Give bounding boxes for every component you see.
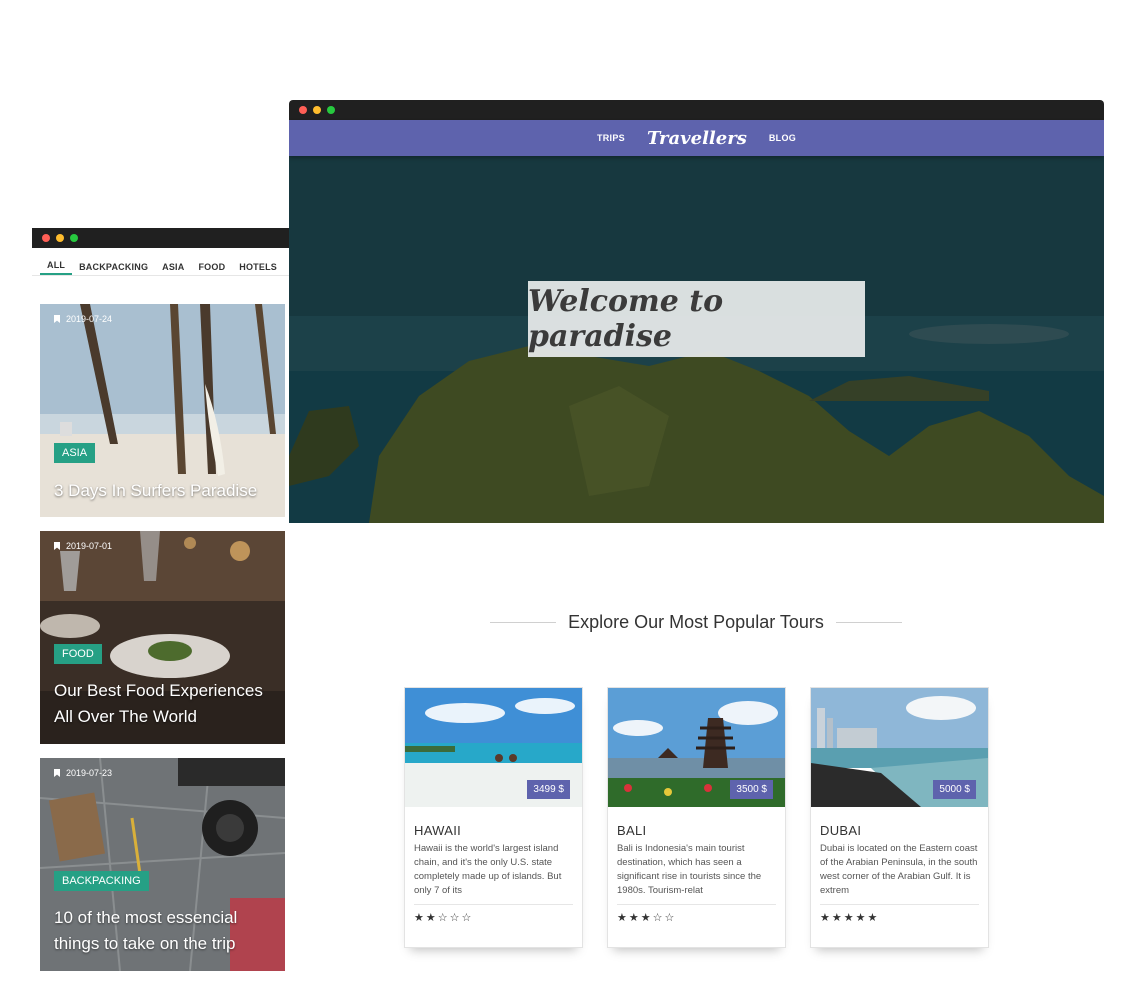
tour-card-hawaii[interactable]: 3499 $ HAWAII Hawaii is the world's larg… — [404, 687, 583, 948]
heading-divider — [490, 622, 557, 623]
tour-name: HAWAII — [414, 823, 462, 838]
tour-card-dubai[interactable]: 5000 $ DUBAI Dubai is located on the Eas… — [810, 687, 989, 948]
price-badge: 3500 $ — [730, 780, 773, 799]
blog-post-card[interactable]: 2019-07-24 ASIA 3 Days In Surfers Paradi… — [40, 304, 285, 517]
tour-description: Bali is Indonesia's main tourist destina… — [617, 843, 762, 896]
tour-name: DUBAI — [820, 823, 862, 838]
tab-all[interactable]: ALL — [40, 260, 73, 275]
close-dot[interactable] — [299, 106, 307, 114]
post-title[interactable]: 3 Days In Surfers Paradise — [54, 478, 275, 504]
tab-backpacking[interactable]: BACKPACKING — [72, 262, 155, 275]
blog-window: ALL BACKPACKING ASIA FOOD HOTELS 2019-07… — [32, 228, 294, 984]
post-category-tag[interactable]: FOOD — [54, 644, 102, 664]
blog-post-card[interactable]: 2019-07-01 FOOD Our Best Food Experience… — [40, 531, 285, 744]
star-rating: ★★★☆☆ — [617, 912, 677, 924]
window-titlebar — [289, 100, 1104, 120]
price-badge: 3499 $ — [527, 780, 570, 799]
window-titlebar — [32, 228, 294, 248]
heading-divider — [835, 622, 902, 623]
hero-banner: Welcome to paradise — [289, 156, 1104, 523]
bookmark-icon — [54, 769, 60, 777]
tour-description: Hawaii is the world's largest island cha… — [414, 843, 562, 896]
minimize-dot[interactable] — [56, 234, 64, 242]
tab-asia[interactable]: ASIA — [155, 262, 191, 275]
card-divider — [820, 904, 979, 905]
post-title[interactable]: 10 of the most essencial things to take … — [54, 905, 275, 957]
tab-food[interactable]: FOOD — [191, 262, 232, 275]
maximize-dot[interactable] — [70, 234, 78, 242]
tour-name: BALI — [617, 823, 647, 838]
popular-tours-heading: Explore Our Most Popular Tours — [490, 612, 902, 633]
trips-window: TRIPS Travellers BLOG Welcome to paradis… — [289, 100, 1104, 523]
hero-title: Welcome to paradise — [528, 284, 724, 354]
post-date: 2019-07-23 — [54, 768, 112, 778]
nav-blog-link[interactable]: BLOG — [769, 133, 796, 143]
post-title[interactable]: Our Best Food Experiences All Over The W… — [54, 678, 275, 730]
tour-image: 3500 $ — [608, 688, 785, 807]
card-divider — [414, 904, 573, 905]
maximize-dot[interactable] — [327, 106, 335, 114]
bookmark-icon — [54, 315, 60, 323]
section-title: Explore Our Most Popular Tours — [568, 612, 824, 632]
close-dot[interactable] — [42, 234, 50, 242]
star-rating: ★★☆☆☆ — [414, 912, 474, 924]
tour-card-bali[interactable]: 3500 $ BALI Bali is Indonesia's main tou… — [607, 687, 786, 948]
blog-category-tabs: ALL BACKPACKING ASIA FOOD HOTELS — [32, 248, 294, 276]
main-navbar: TRIPS Travellers BLOG — [289, 120, 1104, 156]
minimize-dot[interactable] — [313, 106, 321, 114]
tour-description: Dubai is located on the Eastern coast of… — [820, 843, 978, 896]
star-rating: ★★★★★ — [820, 912, 880, 924]
card-divider — [617, 904, 776, 905]
post-category-tag[interactable]: BACKPACKING — [54, 871, 149, 891]
blog-post-card[interactable]: 2019-07-23 BACKPACKING 10 of the most es… — [40, 758, 285, 971]
bookmark-icon — [54, 542, 60, 550]
post-date: 2019-07-24 — [54, 314, 112, 324]
tour-image: 3499 $ — [405, 688, 582, 807]
post-category-tag[interactable]: ASIA — [54, 443, 96, 463]
tour-image: 5000 $ — [811, 688, 988, 807]
post-date: 2019-07-01 — [54, 541, 112, 551]
price-badge: 5000 $ — [933, 780, 976, 799]
brand-logo[interactable]: Travellers — [647, 128, 747, 149]
hero-title-box: Welcome to paradise — [528, 281, 865, 357]
nav-trips-link[interactable]: TRIPS — [597, 133, 625, 143]
tab-hotels[interactable]: HOTELS — [232, 262, 284, 275]
